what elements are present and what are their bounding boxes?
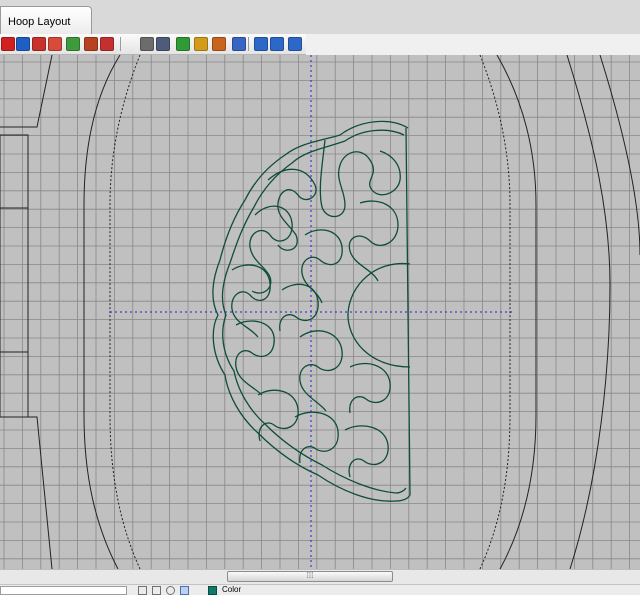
- grid-icon[interactable]: [1, 37, 15, 51]
- tab-bar: Hoop Layout: [0, 0, 640, 34]
- grip-icon: ⁞⁞⁞: [306, 571, 314, 580]
- person-icon[interactable]: [212, 37, 226, 51]
- design-motif-e: [301, 229, 343, 304]
- hoop-far-right: [566, 55, 611, 569]
- zoom-in-icon[interactable]: [254, 37, 268, 51]
- stitch-points-icon[interactable]: [48, 37, 62, 51]
- design-motif-g: [279, 283, 319, 332]
- hoop-icon[interactable]: [16, 37, 30, 51]
- design-motif-m: [344, 425, 389, 478]
- tab-hoop-layout[interactable]: Hoop Layout: [0, 6, 92, 34]
- toolbar-separator: [120, 37, 121, 51]
- design-motif-j: [349, 362, 391, 414]
- select-icon[interactable]: [32, 37, 46, 51]
- hoop-canvas-drawing[interactable]: [0, 55, 640, 569]
- status-bar: Color: [0, 584, 640, 595]
- design-motif-k: [257, 389, 299, 442]
- jump-stitches-icon[interactable]: [100, 37, 114, 51]
- zoom-out-icon[interactable]: [270, 37, 284, 51]
- layers-icon[interactable]: [140, 37, 154, 51]
- view-toolbar: [0, 34, 306, 55]
- hoop-left-bracket-bottom: [0, 416, 53, 569]
- realistic-view-icon[interactable]: [84, 37, 98, 51]
- tab-hoop-layout-label: Hoop Layout: [8, 16, 71, 28]
- toolbar-separator: [248, 37, 249, 51]
- color-select-icon[interactable]: [176, 37, 190, 51]
- color-sequence-icon[interactable]: [194, 37, 208, 51]
- design-motif-i: [299, 330, 343, 412]
- design-half-circle: [347, 262, 411, 368]
- scrollbar-thumb[interactable]: ⁞⁞⁞: [227, 571, 393, 582]
- pattern-icon[interactable]: [232, 37, 246, 51]
- color-blocks-icon[interactable]: [66, 37, 80, 51]
- hoop-left-bracket: [0, 55, 53, 128]
- design-motif-h: [235, 320, 275, 396]
- horizontal-scrollbar[interactable]: ⁞⁞⁞: [0, 569, 640, 584]
- center-guides: [110, 55, 512, 569]
- zoom-fit-icon[interactable]: [288, 37, 302, 51]
- hoop-canvas[interactable]: [0, 55, 640, 569]
- design-motif-b: [267, 168, 317, 251]
- align-icon[interactable]: [156, 37, 170, 51]
